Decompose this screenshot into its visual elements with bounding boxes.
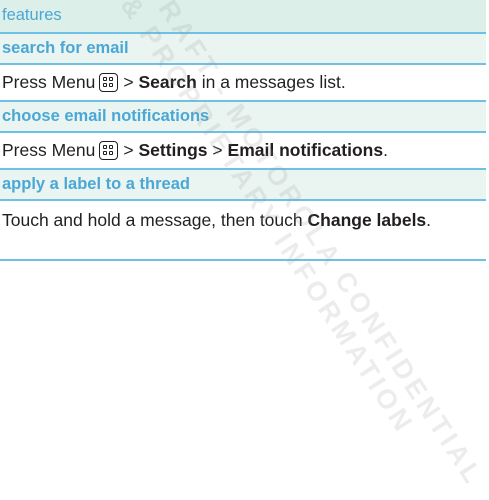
desc-text: Touch and hold a message, then touch <box>2 210 303 230</box>
desc-settings-term: Settings <box>138 140 208 160</box>
feature-desc-apply-label: Touch and hold a message, then touch Cha… <box>0 199 486 259</box>
desc-search-term: Search <box>138 72 197 92</box>
feature-desc-email-notifications: Press Menu > Settings > Email notificatio… <box>0 131 486 168</box>
features-table: features search for email Press Menu > Se… <box>0 0 486 261</box>
menu-key-icon <box>99 73 119 92</box>
desc-separator: > <box>123 140 134 160</box>
desc-period: . <box>426 210 432 230</box>
desc-change-labels-term: Change labels <box>307 210 427 230</box>
feature-title-label: apply a label to a thread <box>2 175 190 193</box>
desc-period: . <box>383 140 388 160</box>
feature-title-label: choose email notifications <box>2 107 210 125</box>
desc-prefix: Press Menu <box>2 72 96 92</box>
feature-title-label: search for email <box>2 39 129 57</box>
desc-separator: > <box>212 140 223 160</box>
menu-key-icon <box>99 141 119 160</box>
desc-separator: > <box>123 72 134 92</box>
feature-title-email-notifications: choose email notifications <box>0 100 486 131</box>
feature-title-search-email: search for email <box>0 32 486 63</box>
table-header: features <box>0 0 486 32</box>
desc-prefix: Press Menu <box>2 140 96 160</box>
desc-suffix: in a messages list. <box>201 72 346 92</box>
table-header-label: features <box>2 6 62 24</box>
desc-email-notifications-term: Email notifications <box>227 140 384 160</box>
feature-title-apply-label: apply a label to a thread <box>0 168 486 199</box>
feature-desc-search-email: Press Menu > Search in a messages list. <box>0 63 486 100</box>
